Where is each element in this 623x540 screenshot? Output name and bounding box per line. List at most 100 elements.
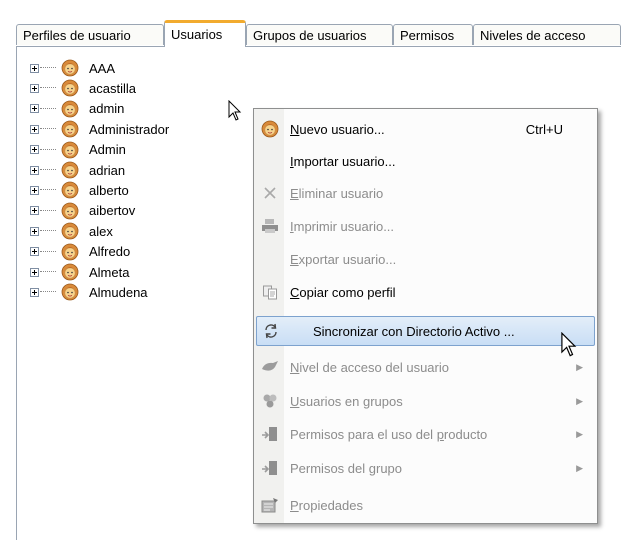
menu-item[interactable]: Nuevo usuario... Ctrl+U [256,114,595,144]
tab-label: Niveles de acceso [480,28,586,43]
user-icon [61,79,79,97]
tree-item-user[interactable]: admin [30,99,124,119]
tree-item-user[interactable]: acastilla [30,78,136,98]
expand-plus-icon[interactable] [30,206,39,216]
menu-item[interactable]: Imprimir usuario... [256,211,595,241]
menu-item[interactable]: Sincronizar con Directorio Activo ... [256,316,595,346]
delete-x-icon [256,178,284,208]
submenu-arrow-icon: ▶ [576,395,583,406]
submenu-arrow-icon: ▶ [576,428,583,439]
expand-plus-icon[interactable] [30,104,39,114]
tree-connector [40,148,56,151]
user-icon [61,243,79,261]
expand-plus-icon[interactable] [30,83,39,93]
expand-plus-icon[interactable] [30,124,39,134]
tree-item-label: adrian [89,162,126,178]
menu-item[interactable]: Exportar usuario... [256,244,595,274]
tab-grupos-de-usuarios[interactable]: Grupos de usuarios [246,24,393,45]
tree-connector [40,169,56,171]
user-icon [61,141,79,159]
tab-label: Grupos de usuarios [253,28,367,43]
blank-icon [256,146,284,176]
tree-item-user[interactable]: Almeta [30,262,129,282]
blank-icon [256,244,284,274]
expand-plus-icon[interactable] [30,145,39,155]
tree-item-user[interactable]: Alfredo [30,242,130,262]
tree-item-label: acastilla [89,80,136,96]
context-menu: Nuevo usuario... Ctrl+U Importar usuario..… [253,108,598,524]
expand-plus-icon[interactable] [30,287,39,297]
menu-item[interactable]: Nivel de acceso del usuario ▶ [256,352,595,382]
tree-item-label: Alfredo [89,244,131,260]
menu-item[interactable]: Permisos para el uso del producto ▶ [256,419,595,449]
menu-item[interactable]: Propiedades [256,490,595,520]
submenu-arrow-icon: ▶ [576,361,583,372]
expand-plus-icon[interactable] [30,165,39,175]
mouse-cursor-icon [561,332,577,357]
expand-plus-icon[interactable] [30,185,39,195]
menu-item-label: Importar usuario... [290,153,396,169]
tree-connector [40,250,56,253]
user-icon [61,263,79,281]
tree-item-user[interactable]: adrian [30,160,125,180]
tree-connector [40,291,56,293]
tree-item-user[interactable]: Administrador [30,119,169,139]
tree-item-label: AAA [89,60,116,76]
tree-item-user[interactable]: Admin [30,140,126,160]
menu-item[interactable]: Permisos del grupo ▶ [256,453,595,483]
user-icon [61,120,79,138]
tree-item-user[interactable]: Almudena [30,282,148,302]
tab-usuarios[interactable]: Usuarios [164,20,246,47]
groups-icon [256,386,284,416]
tree-item-label: Almeta [89,264,130,280]
user-icon [61,100,79,118]
expand-plus-icon[interactable] [30,267,39,277]
menu-item-label: Nivel de acceso del usuario [290,359,449,375]
group-permissions-icon [256,453,284,483]
tree-connector [40,189,56,191]
tree-item-label: alex [89,223,113,239]
tree-connector [40,209,56,212]
expand-plus-icon[interactable] [30,63,39,73]
tree-item-user[interactable]: alberto [30,180,129,200]
tree-item-label: alberto [89,182,129,198]
expand-plus-icon[interactable] [30,247,39,257]
tab-niveles-de-acceso[interactable]: Niveles de acceso [473,24,621,45]
tree-connector [40,128,56,130]
tree-item-user[interactable]: aibertov [30,201,135,221]
menu-item-label: Permisos del grupo [290,460,403,476]
tree-connector [40,107,56,110]
menu-item[interactable]: Importar usuario... [256,146,595,176]
printer-icon [256,211,284,241]
menu-item-label: Eliminar usuario [290,185,384,201]
user-icon [61,222,79,240]
tab-perfiles-de-usuario[interactable]: Perfiles de usuario [16,24,164,45]
tree-item-user[interactable]: AAA [30,58,115,78]
menu-item-label: Imprimir usuario... [290,218,395,234]
user-icon [256,114,284,144]
tree-item-label: Almudena [89,284,148,300]
user-icon [61,283,79,301]
expand-plus-icon[interactable] [30,226,39,236]
menu-item[interactable]: Eliminar usuario [256,178,595,208]
menu-item-label: Copiar como perfil [290,284,396,300]
tree-connector [40,87,56,89]
tab-label: Perfiles de usuario [23,28,131,43]
tree-item-user[interactable]: alex [30,221,113,241]
tree-connector [40,230,56,232]
tab-label: Usuarios [171,27,223,42]
menu-item-label: Exportar usuario... [290,251,397,267]
menu-item[interactable]: Copiar como perfil [256,277,595,307]
menu-item[interactable]: Usuarios en grupos ▶ [256,386,595,416]
product-permissions-icon [256,419,284,449]
menu-item-label: Nuevo usuario... [290,121,385,137]
tab-permisos[interactable]: Permisos [393,24,473,45]
tree-item-label: aibertov [89,203,136,219]
tree-connector [40,67,56,69]
menu-item-label: Usuarios en grupos [290,393,403,409]
tab-strip: Perfiles de usuario Usuarios Grupos de u… [0,20,623,47]
tree-connector [40,271,56,273]
user-icon [61,202,79,220]
sync-icon [257,316,285,346]
menu-item-label: Permisos para el uso del producto [290,426,488,442]
